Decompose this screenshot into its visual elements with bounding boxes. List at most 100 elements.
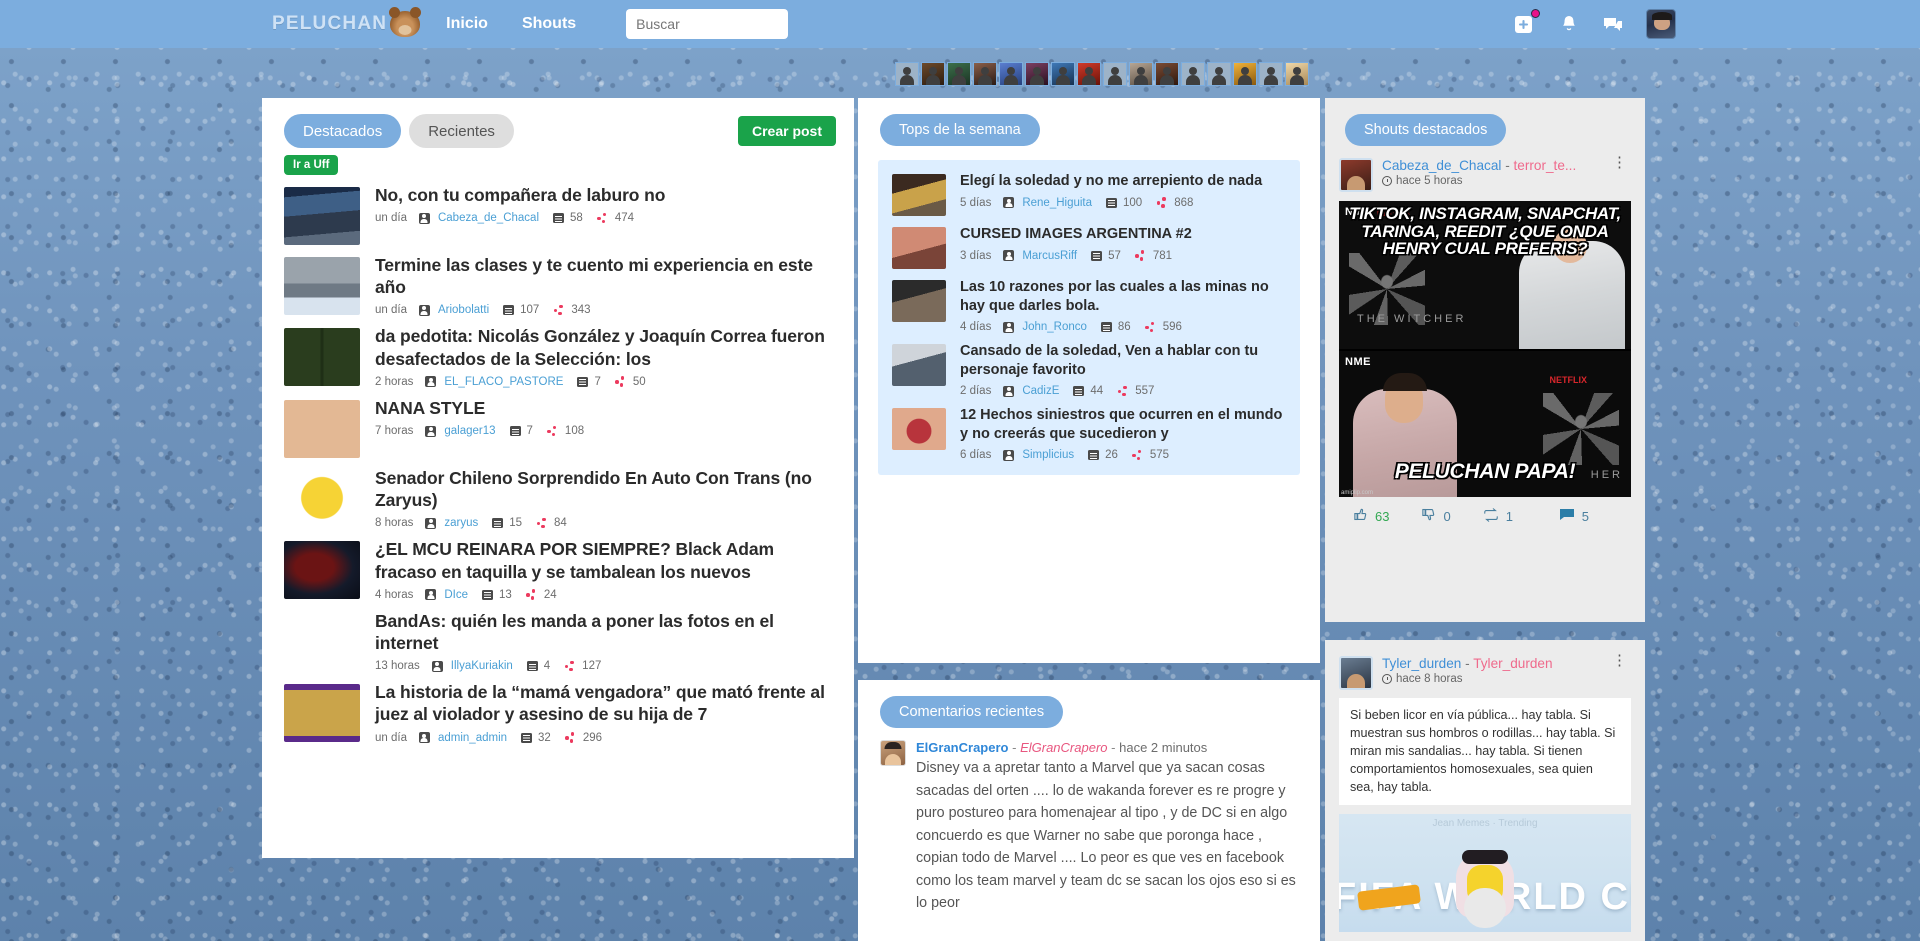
top-item[interactable]: Las 10 razones por las cuales a las mina… — [892, 278, 1286, 333]
post-item[interactable]: NANA STYLE 7 horas galager13 7 108 — [262, 397, 854, 458]
strip-avatar[interactable] — [1233, 62, 1257, 86]
top-thumbnail[interactable] — [892, 227, 946, 269]
post-author[interactable]: EL_FLACO_PASTORE — [444, 376, 563, 388]
post-item[interactable]: Senador Chileno Sorprendido En Auto Con … — [262, 467, 854, 529]
top-item[interactable]: Cansado de la soledad, Ven a hablar con … — [892, 342, 1286, 397]
top-thumbnail[interactable] — [892, 280, 946, 322]
strip-avatar[interactable] — [921, 62, 945, 86]
tab-destacados[interactable]: Destacados — [284, 114, 402, 148]
comment-count: 58 — [570, 212, 583, 225]
post-author[interactable]: CadizE — [1022, 385, 1059, 397]
strip-avatar[interactable] — [999, 62, 1023, 86]
top-thumbnail[interactable] — [892, 408, 946, 451]
shout-avatar[interactable] — [1339, 158, 1373, 192]
post-author[interactable]: DIce — [444, 589, 468, 601]
post-author[interactable]: IllyaKuriakin — [451, 660, 513, 672]
comment-avatar[interactable] — [880, 740, 906, 766]
strip-avatar[interactable] — [1155, 62, 1179, 86]
strip-avatar[interactable] — [1025, 62, 1049, 86]
shout-user[interactable]: Cabeza_de_Chacal — [1382, 158, 1501, 173]
post-item[interactable]: Termine las clases y te cuento mi experi… — [262, 254, 854, 316]
tab-recientes[interactable]: Recientes — [409, 114, 514, 148]
post-item[interactable]: ¿EL MCU REINARA POR SIEMPRE? Black Adam … — [262, 538, 854, 601]
post-title[interactable]: No, con tu compañera de laburo no — [375, 184, 832, 206]
strip-avatar[interactable] — [1051, 62, 1075, 86]
points-icon — [1132, 449, 1144, 461]
messages-icon[interactable] — [1602, 13, 1624, 35]
add-post-icon[interactable] — [1514, 9, 1540, 35]
top-item[interactable]: 12 Hechos siniestros que ocurren en el m… — [892, 406, 1286, 461]
post-author[interactable]: Simplicius — [1022, 449, 1074, 461]
top-thumbnail[interactable] — [892, 344, 946, 387]
nav-shouts[interactable]: Shouts — [522, 15, 576, 33]
shout-media[interactable]: Jean Memes · Trending FIFA WORLD CUP — [1339, 814, 1631, 933]
shout-media[interactable]: NME NETFLIX THE WITCHER NME NETFLIX HER — [1339, 201, 1631, 497]
strip-avatar[interactable] — [1285, 62, 1309, 86]
post-item[interactable]: da pedotita: Nicolás González y Joaquín … — [262, 325, 854, 388]
post-title[interactable]: Termine las clases y te cuento mi experi… — [375, 254, 832, 298]
create-post-button[interactable]: Crear post — [737, 116, 836, 146]
post-author[interactable]: galager13 — [444, 425, 495, 437]
go-to-uff-button[interactable]: Ir a Uff — [284, 155, 339, 175]
top-title[interactable]: Elegí la soledad y no me arrepiento de n… — [960, 172, 1286, 191]
strip-avatar[interactable] — [1259, 62, 1283, 86]
top-item[interactable]: Elegí la soledad y no me arrepiento de n… — [892, 172, 1286, 216]
comment-separator: - — [1012, 740, 1017, 755]
post-author[interactable]: MarcusRiff — [1022, 250, 1077, 262]
shout-avatar[interactable] — [1339, 656, 1373, 690]
post-title[interactable]: NANA STYLE — [375, 397, 832, 419]
top-item[interactable]: CURSED IMAGES ARGENTINA #2 3 días MarcusRi… — [892, 225, 1286, 269]
kebab-menu-icon[interactable]: ⋮ — [1608, 653, 1631, 668]
shout-user[interactable]: Tyler_durden — [1382, 656, 1461, 671]
post-author[interactable]: Rene_Higuita — [1022, 197, 1092, 209]
post-title[interactable]: BandAs: quién les manda a poner las foto… — [375, 610, 832, 654]
post-author[interactable]: zaryus — [444, 517, 478, 529]
strip-avatar[interactable] — [895, 62, 919, 86]
strip-avatar[interactable] — [1207, 62, 1231, 86]
top-title[interactable]: Cansado de la soledad, Ven a hablar con … — [960, 342, 1286, 379]
post-thumbnail[interactable] — [284, 612, 360, 671]
post-item[interactable]: BandAs: quién les manda a poner las foto… — [262, 610, 854, 672]
nav-inicio[interactable]: Inicio — [446, 15, 488, 33]
top-title[interactable]: CURSED IMAGES ARGENTINA #2 — [960, 225, 1286, 244]
kebab-menu-icon[interactable]: ⋮ — [1608, 155, 1631, 170]
post-author[interactable]: Cabeza_de_Chacal — [438, 212, 539, 224]
post-title[interactable]: Senador Chileno Sorprendido En Auto Con … — [375, 467, 832, 511]
brand-logo[interactable]: PELUCHAN — [272, 7, 422, 37]
search-input[interactable] — [626, 9, 789, 39]
post-thumbnail[interactable] — [284, 684, 360, 743]
post-thumbnail[interactable] — [284, 187, 360, 245]
top-title[interactable]: Las 10 razones por las cuales a las mina… — [960, 278, 1286, 315]
notifications-bell-icon[interactable] — [1558, 13, 1580, 35]
strip-avatar[interactable] — [1077, 62, 1101, 86]
reply-icon[interactable] — [1559, 508, 1575, 524]
shout-tag[interactable]: Tyler_durden — [1473, 656, 1552, 671]
comment-user[interactable]: ElGranCrapero — [916, 740, 1008, 755]
top-thumbnail[interactable] — [892, 174, 946, 216]
post-title[interactable]: ¿EL MCU REINARA POR SIEMPRE? Black Adam … — [375, 538, 832, 582]
strip-avatar[interactable] — [1103, 62, 1127, 86]
post-item[interactable]: No, con tu compañera de laburo no un día C… — [262, 184, 854, 245]
top-title[interactable]: 12 Hechos siniestros que ocurren en el m… — [960, 406, 1286, 443]
post-thumbnail[interactable] — [284, 399, 360, 458]
post-thumbnail[interactable] — [284, 257, 360, 315]
reshare-icon[interactable] — [1483, 507, 1499, 525]
post-title[interactable]: La historia de la “mamá vengadora” que m… — [375, 681, 832, 725]
post-author[interactable]: Ariobolatti — [438, 304, 489, 316]
comment-post-link[interactable]: ElGranCrapero — [1020, 740, 1107, 755]
strip-avatar[interactable] — [1181, 62, 1205, 86]
post-item[interactable]: La historia de la “mamá vengadora” que m… — [262, 681, 854, 744]
strip-avatar[interactable] — [1129, 62, 1153, 86]
user-avatar[interactable] — [1646, 9, 1676, 39]
post-title[interactable]: da pedotita: Nicolás González y Joaquín … — [375, 325, 832, 369]
shout-tag[interactable]: terror_te... — [1514, 158, 1577, 173]
dislike-icon[interactable] — [1421, 507, 1436, 525]
post-author[interactable]: John_Ronco — [1022, 321, 1087, 333]
post-thumbnail[interactable] — [284, 541, 360, 600]
like-icon[interactable] — [1353, 507, 1368, 525]
post-thumbnail[interactable] — [284, 328, 360, 387]
strip-avatar[interactable] — [947, 62, 971, 86]
strip-avatar[interactable] — [973, 62, 997, 86]
post-thumbnail[interactable] — [284, 469, 360, 528]
post-author[interactable]: admin_admin — [438, 732, 507, 744]
